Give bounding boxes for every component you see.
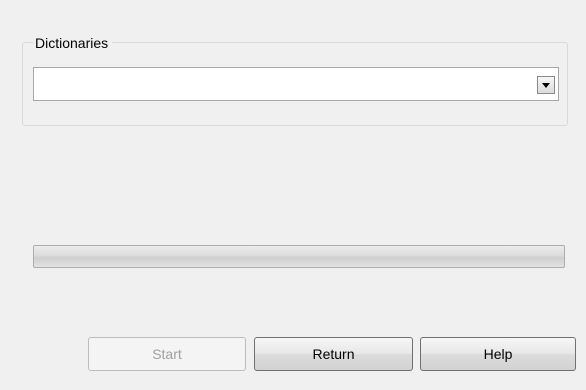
dropdown-button[interactable]: [537, 76, 555, 94]
progress-bar: [33, 245, 565, 268]
dictionaries-combobox[interactable]: [33, 67, 559, 101]
return-button[interactable]: Return: [254, 337, 413, 371]
dictionaries-group-title: Dictionaries: [33, 34, 113, 52]
help-button[interactable]: Help: [420, 337, 576, 371]
chevron-down-icon: [542, 82, 550, 88]
start-button[interactable]: Start: [88, 337, 246, 371]
